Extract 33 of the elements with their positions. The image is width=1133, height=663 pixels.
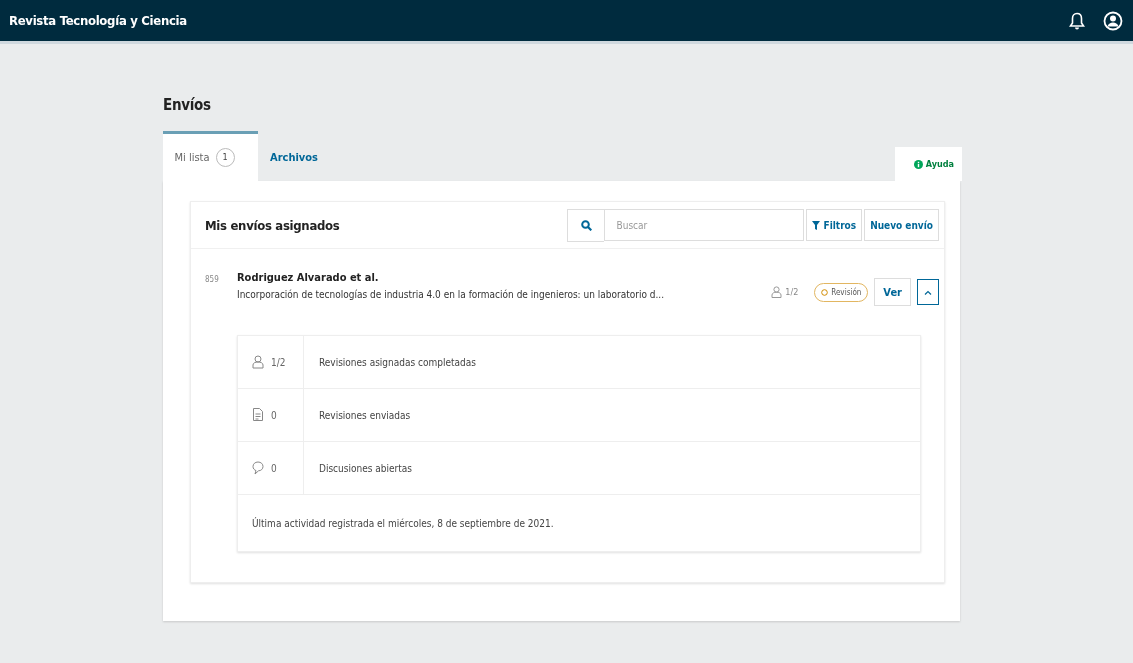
filters-button[interactable]: Filtros <box>805 209 863 241</box>
circle-icon <box>821 288 829 296</box>
document-icon <box>252 408 264 422</box>
new-submission-button[interactable]: Nuevo envío <box>864 209 939 241</box>
chevron-up-icon <box>924 289 932 295</box>
search-field[interactable]: Buscar <box>603 209 804 241</box>
detail-count: 0 <box>271 409 277 421</box>
person-icon <box>771 286 783 298</box>
site-title[interactable]: Revista Tecnología y Ciencia <box>9 13 187 28</box>
search-icon <box>566 209 604 242</box>
person-icon <box>252 355 264 369</box>
view-button[interactable]: Ver <box>874 278 911 306</box>
review-count: 1/2 <box>785 287 799 297</box>
detail-label: Discusiones abiertas <box>319 462 412 474</box>
filter-icon <box>811 220 820 230</box>
user-avatar-icon[interactable] <box>1103 10 1123 31</box>
list-title: Mis envíos asignados <box>205 217 340 233</box>
help-button[interactable]: Ayuda <box>894 147 962 181</box>
tab[interactable]: Mi lista 1 <box>163 131 258 181</box>
info-icon <box>913 159 923 169</box>
submission-title: Incorporación de tecnologías de industria 4.0 en la formación de ingenieros: un laboratorio d... <box>237 289 666 300</box>
detail-count: 1/2 <box>271 356 286 368</box>
notification-bell-icon[interactable] <box>1069 11 1085 30</box>
speech-bubble-icon <box>252 461 264 475</box>
detail-label: Revisiones enviadas <box>319 409 411 421</box>
page-title: Envíos <box>163 96 212 114</box>
last-activity-text: Última actividad registrada el miércoles, 8 de septiembre de 2021. <box>252 517 554 529</box>
detail-label: Revisiones asignadas completadas <box>319 356 476 368</box>
submission-authors: Rodriguez Alvarado et al. <box>237 271 380 284</box>
detail-count: 0 <box>271 462 277 474</box>
expand-toggle-button[interactable] <box>917 279 939 305</box>
tab[interactable]: Archivos <box>258 131 330 181</box>
submission-id: 859 <box>205 274 220 284</box>
